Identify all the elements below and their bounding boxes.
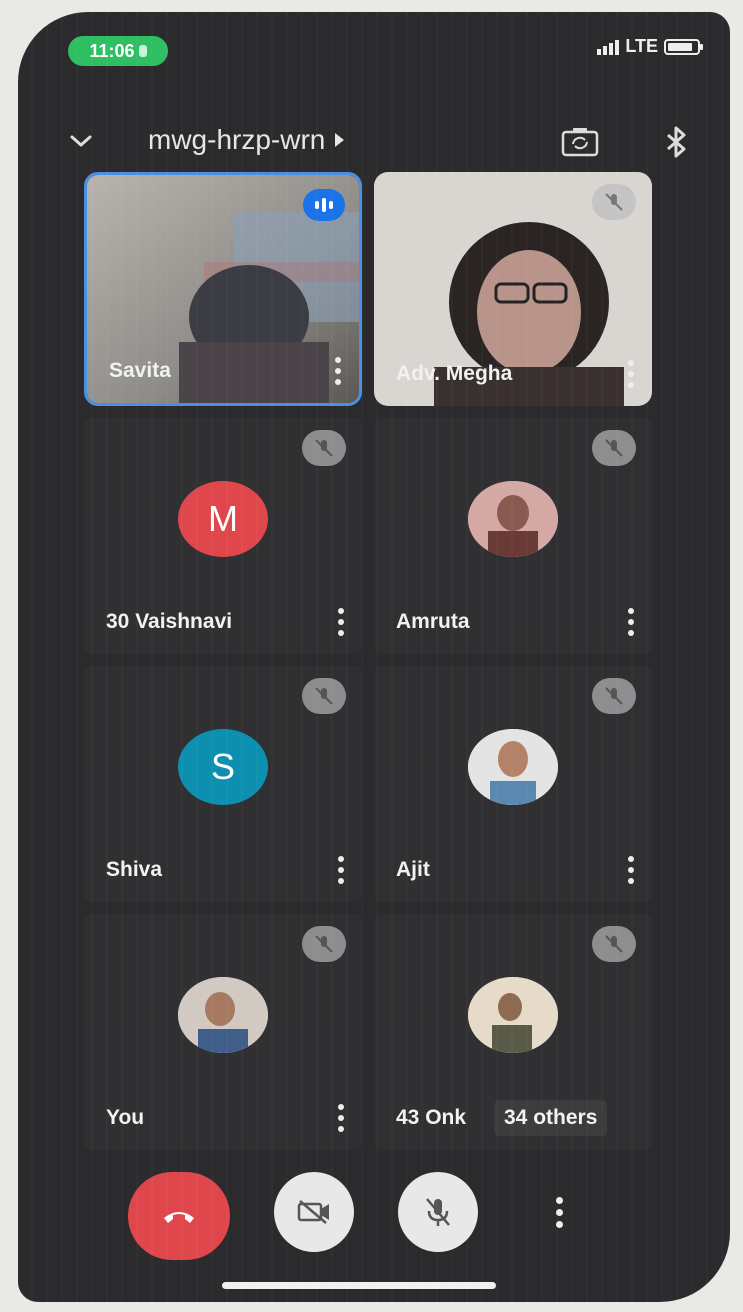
call-controls	[18, 1172, 730, 1272]
battery-icon	[664, 38, 703, 55]
others-count-button[interactable]: 34 others	[494, 1100, 608, 1136]
participant-tile-savita[interactable]: Savita	[84, 172, 362, 406]
mic-status-icon	[138, 45, 147, 57]
phone-screen: 11:06 LTE mwg-hrzp-wrn Savita Adv. Megha…	[18, 12, 730, 1302]
more-options-button[interactable]	[524, 1172, 594, 1252]
participant-name: You	[106, 1106, 145, 1129]
participant-name: 43 Onk	[396, 1106, 467, 1129]
avatar	[468, 481, 558, 557]
home-indicator[interactable]	[222, 1282, 496, 1289]
participant-tile-vaishnavi[interactable]: M 30 Vaishnavi	[84, 418, 362, 654]
avatar	[468, 729, 558, 805]
bluetooth-icon	[667, 126, 686, 158]
mic-off-icon	[592, 430, 636, 466]
participant-tile-you[interactable]: You	[84, 914, 362, 1150]
status-indicators: LTE	[597, 36, 703, 57]
more-vert-icon[interactable]	[336, 1104, 346, 1132]
camera-toggle-button[interactable]	[274, 1172, 354, 1252]
signal-icon	[597, 39, 620, 55]
avatar	[468, 977, 558, 1053]
more-vert-icon[interactable]	[626, 360, 636, 388]
call-time-pill: 11:06	[68, 36, 168, 66]
mic-off-icon	[302, 926, 346, 962]
more-vert-icon[interactable]	[336, 608, 346, 636]
status-bar: 11:06 LTE	[18, 12, 730, 72]
meeting-code-button[interactable]: mwg-hrzp-wrn	[148, 124, 345, 156]
end-call-button[interactable]	[128, 1172, 230, 1260]
avatar: S	[178, 729, 268, 805]
participant-tile-ajit[interactable]: Ajit	[374, 666, 652, 902]
participant-name: Adv. Megha	[396, 362, 513, 385]
participant-name: Amruta	[396, 610, 470, 633]
participant-name: Shiva	[106, 858, 163, 881]
participant-tile-amruta[interactable]: Amruta	[374, 418, 652, 654]
switch-camera-button[interactable]	[558, 120, 602, 164]
avatar	[178, 977, 268, 1053]
meeting-header: mwg-hrzp-wrn	[18, 112, 730, 172]
participant-tile-shiva[interactable]: S Shiva	[84, 666, 362, 902]
mic-off-icon	[592, 184, 636, 220]
status-time: 11:06	[89, 40, 135, 61]
hangup-icon	[164, 1212, 194, 1223]
participant-name: 30 Vaishnavi	[106, 610, 233, 633]
chevron-down-icon[interactable]	[64, 124, 98, 158]
switch-camera-icon	[561, 128, 599, 157]
more-vert-icon[interactable]	[336, 856, 346, 884]
network-type: LTE	[625, 36, 658, 56]
participant-tile-onkar[interactable]: 43 Onk 34 others	[374, 914, 652, 1150]
more-vert-icon	[555, 1196, 563, 1228]
participant-name: Savita	[109, 359, 171, 382]
video-off-icon	[297, 1200, 329, 1224]
mic-toggle-button[interactable]	[398, 1172, 478, 1252]
bluetooth-button[interactable]	[654, 120, 698, 164]
participant-tile-adv-megha[interactable]: Adv. Megha	[374, 172, 652, 406]
mic-off-icon	[302, 430, 346, 466]
more-vert-icon[interactable]	[626, 608, 636, 636]
speaking-indicator-icon	[303, 189, 345, 221]
mic-off-icon	[426, 1198, 450, 1226]
play-arrow-icon	[335, 133, 345, 147]
meeting-code: mwg-hrzp-wrn	[148, 124, 326, 155]
mic-off-icon	[592, 926, 636, 962]
more-vert-icon[interactable]	[626, 856, 636, 884]
more-vert-icon[interactable]	[333, 357, 343, 385]
avatar: M	[178, 481, 268, 557]
mic-off-icon	[302, 678, 346, 714]
participant-name: Ajit	[396, 858, 430, 881]
mic-off-icon	[592, 678, 636, 714]
